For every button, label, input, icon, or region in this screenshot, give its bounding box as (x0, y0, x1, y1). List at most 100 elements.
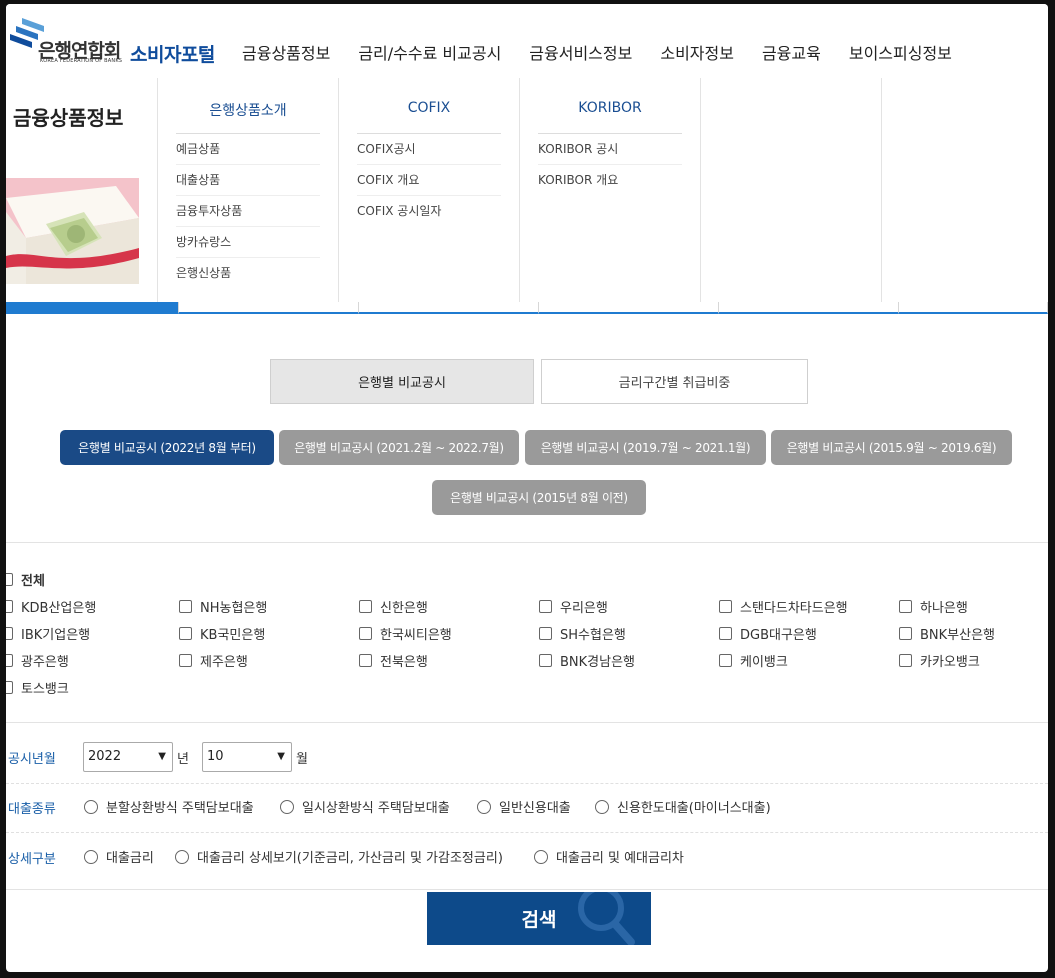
sub-tab-1[interactable] (6, 302, 179, 314)
toggle-bank-comparison[interactable]: 은행별 비교공시 (270, 359, 534, 404)
month-select-value: 10 (207, 749, 224, 764)
checkbox-icon (6, 573, 13, 586)
radio-icon (534, 849, 548, 864)
radio-loan-bullet-mortgage[interactable]: 일시상환방식 주택담보대출 (280, 797, 450, 816)
year-select[interactable]: 2022 ▼ (83, 742, 173, 772)
period-pill-2019-07[interactable]: 은행별 비교공시 (2019.7월 ~ 2021.1월) (525, 430, 766, 465)
site-logo[interactable]: 은행연합회 KOREA FEDERATION OF BANKS 소비자포털 (10, 14, 240, 74)
radio-loan-credit-line[interactable]: 신용한도대출(마이너스대출) (595, 797, 771, 816)
radio-label: 대출금리 (106, 851, 154, 866)
bank-checkbox[interactable]: NH농협은행 (179, 597, 267, 616)
bank-checkbox[interactable]: 전북은행 (359, 651, 428, 670)
sub-tab-3[interactable] (359, 302, 539, 314)
sub-tab-6[interactable] (899, 302, 1048, 314)
bank-checkbox[interactable]: IBK기업은행 (6, 624, 90, 643)
radio-detail-rate-spread[interactable]: 대출금리 및 예대금리차 (534, 847, 684, 866)
bank-checkbox[interactable]: DGB대구은행 (719, 624, 817, 643)
bank-checkbox[interactable]: 하나은행 (899, 597, 968, 616)
bank-checkbox[interactable]: 토스뱅크 (6, 678, 69, 697)
gift-box-image (6, 178, 139, 284)
gift-money-illustration (6, 178, 139, 284)
radio-detail-loan-rate[interactable]: 대출금리 (84, 847, 154, 866)
bank-checkbox[interactable]: 광주은행 (6, 651, 69, 670)
checkbox-icon (719, 654, 732, 667)
dropdown-link-cofix-overview[interactable]: COFIX 개요 (357, 165, 501, 196)
year-select-value: 2022 (88, 749, 122, 764)
nav-item-rates[interactable]: 금리/수수료 비교공시 (358, 40, 501, 64)
radio-label: 분할상환방식 주택담보대출 (106, 801, 254, 816)
dropdown-link-koribor-disclosure[interactable]: KORIBOR 공시 (538, 134, 682, 165)
radio-label: 대출금리 상세보기(기준금리, 가산금리 및 가감조정금리) (197, 851, 503, 866)
radio-detail-rate-breakdown[interactable]: 대출금리 상세보기(기준금리, 가산금리 및 가감조정금리) (175, 847, 503, 866)
checkbox-icon (899, 600, 912, 613)
dropdown-column-koribor: KORIBOR KORIBOR 공시 KORIBOR 개요 (519, 78, 700, 302)
bank-checkbox[interactable]: KB국민은행 (179, 624, 265, 643)
bank-checkbox[interactable]: 신한은행 (359, 597, 428, 616)
bank-checkbox[interactable]: 스탠다드차타드은행 (719, 597, 848, 616)
dropdown-link-new-products[interactable]: 은행신상품 (176, 258, 320, 289)
dropdown-link-loan[interactable]: 대출상품 (176, 165, 320, 196)
dropdown-column-head-cofix[interactable]: COFIX (357, 100, 501, 134)
checkbox-icon (899, 627, 912, 640)
dropdown-link-deposit[interactable]: 예금상품 (176, 134, 320, 165)
dropdown-link-cofix-dates[interactable]: COFIX 공시일자 (357, 196, 501, 227)
bank-checkbox[interactable]: BNK부산은행 (899, 624, 995, 643)
radio-loan-installment-mortgage[interactable]: 분할상환방식 주택담보대출 (84, 797, 254, 816)
nav-item-voice-phishing[interactable]: 보이스피싱정보 (849, 40, 952, 64)
dropdown-column-head-products[interactable]: 은행상품소개 (176, 100, 320, 134)
nav-item-education[interactable]: 금융교육 (762, 40, 821, 64)
period-pill-2022-08[interactable]: 은행별 비교공시 (2022년 8월 부터) (60, 430, 274, 465)
bank-checkbox[interactable]: 카카오뱅크 (899, 651, 980, 670)
checkbox-icon (539, 654, 552, 667)
bank-checkbox-label: BNK경남은행 (560, 655, 636, 670)
browser-frame: 은행연합회 KOREA FEDERATION OF BANKS 소비자포털 금융… (6, 4, 1048, 972)
checkbox-icon (359, 654, 372, 667)
period-pill-2021-02[interactable]: 은행별 비교공시 (2021.2월 ~ 2022.7월) (279, 430, 519, 465)
bank-checkbox[interactable]: 제주은행 (179, 651, 248, 670)
dropdown-link-koribor-overview[interactable]: KORIBOR 개요 (538, 165, 682, 196)
bank-checkbox[interactable]: 한국씨티은행 (359, 624, 452, 643)
detail-label: 상세구분 (8, 852, 56, 867)
radio-label: 일시상환방식 주택담보대출 (302, 801, 450, 816)
search-icon (578, 892, 635, 945)
bank-checkbox-label: 한국씨티은행 (380, 628, 452, 643)
dropdown-link-cofix-disclosure[interactable]: COFIX공시 (357, 134, 501, 165)
nav-item-consumer[interactable]: 소비자정보 (660, 40, 734, 64)
bank-checkbox-label: 하나은행 (920, 601, 968, 616)
dropdown-column-cofix: COFIX COFIX공시 COFIX 개요 COFIX 공시일자 (338, 78, 519, 302)
sub-tab-4[interactable] (539, 302, 719, 314)
dropdown-link-investment[interactable]: 금융투자상품 (176, 196, 320, 227)
toggle-rate-range[interactable]: 금리구간별 취급비중 (541, 359, 808, 404)
bank-checkbox-label: BNK부산은행 (920, 628, 996, 643)
bank-checkbox[interactable]: KDB산업은행 (6, 597, 96, 616)
divider (6, 832, 1048, 833)
bank-checkbox[interactable]: BNK경남은행 (539, 651, 635, 670)
radio-icon (595, 799, 609, 814)
checkbox-icon (179, 600, 192, 613)
nav-item-services[interactable]: 금융서비스정보 (529, 40, 632, 64)
dropdown-link-bancassurance[interactable]: 방카슈랑스 (176, 227, 320, 258)
bank-checkbox[interactable]: 케이뱅크 (719, 651, 788, 670)
radio-icon (280, 799, 294, 814)
checkbox-icon (899, 654, 912, 667)
bank-checkbox-label: NH농협은행 (200, 601, 268, 616)
bank-checkbox-label: 카카오뱅크 (920, 655, 980, 670)
radio-loan-general-credit[interactable]: 일반신용대출 (477, 797, 571, 816)
month-select[interactable]: 10 ▼ (202, 742, 292, 772)
nav-item-products[interactable]: 금융상품정보 (242, 40, 330, 64)
checkbox-icon (359, 627, 372, 640)
sub-tab-5[interactable] (719, 302, 899, 314)
bank-checkbox[interactable]: 우리은행 (539, 597, 608, 616)
logo-english-text: KOREA FEDERATION OF BANKS (40, 58, 123, 64)
sub-tab-2[interactable] (179, 302, 359, 314)
bank-checkbox[interactable]: SH수협은행 (539, 624, 626, 643)
dropdown-column-head-koribor[interactable]: KORIBOR (538, 100, 682, 134)
bank-checkbox-all[interactable]: 전체 (6, 570, 45, 589)
search-button-label: 검색 (521, 909, 557, 931)
checkbox-icon (359, 600, 372, 613)
period-pill-2015-09[interactable]: 은행별 비교공시 (2015.9월 ~ 2019.6월) (771, 430, 1012, 465)
site-header: 은행연합회 KOREA FEDERATION OF BANKS 소비자포털 금융… (6, 4, 1048, 76)
loan-type-label: 대출종류 (8, 802, 56, 817)
search-button[interactable]: 검색 (427, 892, 651, 945)
period-pill-before-2015-08[interactable]: 은행별 비교공시 (2015년 8월 이전) (432, 480, 646, 515)
